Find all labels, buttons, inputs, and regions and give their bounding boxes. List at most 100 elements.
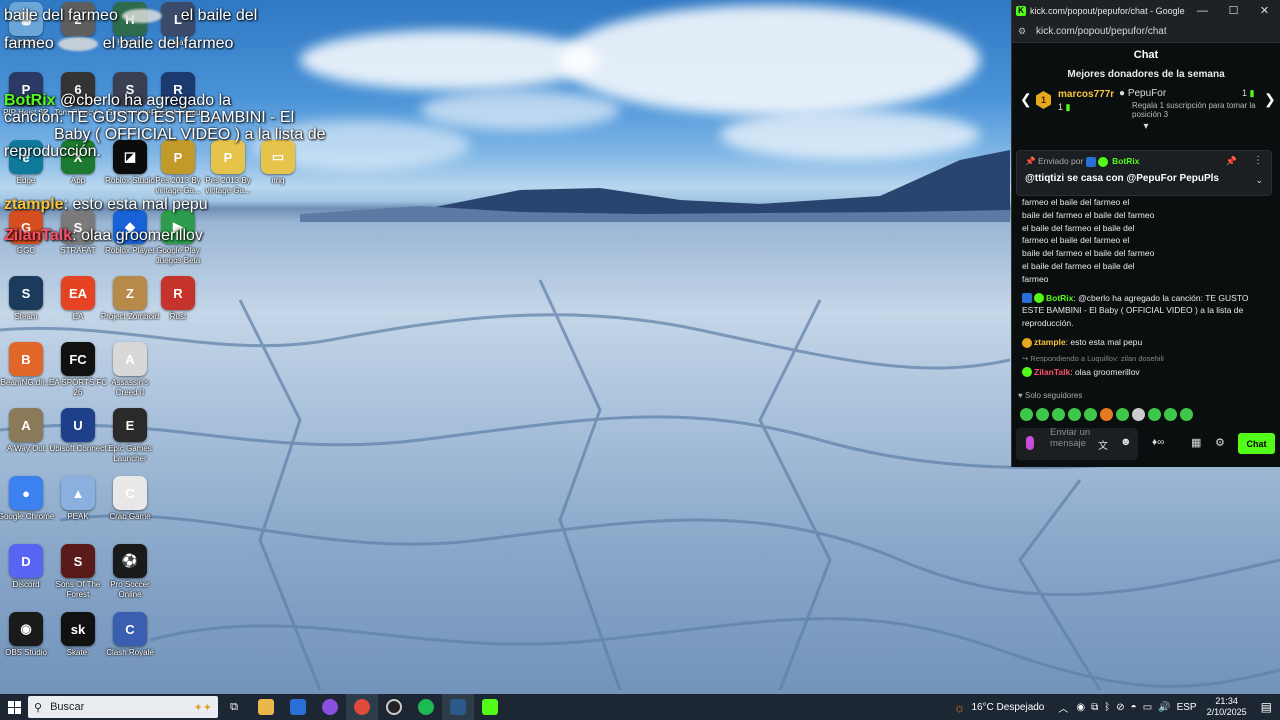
chat-username[interactable]: ztample bbox=[1034, 337, 1066, 347]
top-donors-title: Mejores donadores de la semana bbox=[1067, 69, 1225, 80]
gear-icon[interactable]: ⚙ bbox=[1215, 436, 1225, 449]
desktop-icon-clash[interactable]: C Clash Royale bbox=[100, 612, 160, 658]
store-icon[interactable]: ▦ bbox=[1191, 436, 1201, 449]
donor-count: 1 ▮ bbox=[1058, 102, 1071, 112]
desktop-icon-sonsforest[interactable]: S Sons Of The Forest bbox=[48, 544, 108, 600]
taskbar-search[interactable]: ⚲ Buscar ✦✦ bbox=[28, 696, 218, 718]
desktop-icon-label: Crab Game bbox=[109, 512, 151, 521]
minimize-button[interactable]: — bbox=[1187, 5, 1218, 17]
overlay-username: ztample bbox=[4, 196, 64, 213]
network-icon[interactable]: ▭ bbox=[1143, 702, 1152, 713]
store-icon bbox=[290, 699, 306, 715]
chat-input[interactable]: Enviar un mensaje 文 ☻ bbox=[1016, 427, 1138, 460]
weather-icon: ☼ bbox=[953, 699, 966, 715]
followers-only-notice: ♥ Solo seguidores bbox=[1018, 391, 1083, 401]
notifications-icon[interactable]: ▤ bbox=[1261, 700, 1272, 714]
tray-misc-icon[interactable]: ◓ bbox=[1131, 702, 1137, 713]
mic-icon[interactable] bbox=[1026, 436, 1034, 450]
desktop-icon-skate[interactable]: sk Skate. bbox=[48, 612, 108, 658]
emoji-icon[interactable]: ☻ bbox=[1120, 436, 1132, 448]
taskbar-explorer[interactable] bbox=[250, 694, 282, 720]
copy-tray-icon[interactable]: ⧉ bbox=[1091, 702, 1098, 713]
maximize-button[interactable]: ☐ bbox=[1218, 4, 1249, 17]
desktop-icon-crab[interactable]: C Crab Game bbox=[100, 476, 160, 522]
emote-bar[interactable] bbox=[1016, 403, 1272, 422]
bluetooth-icon[interactable]: ᛒ bbox=[1104, 702, 1110, 713]
emote-icon[interactable] bbox=[1020, 408, 1033, 422]
desktop-icon-label: Epic Games Launcher bbox=[108, 444, 152, 463]
pinned-username[interactable]: BotRix bbox=[1112, 156, 1139, 166]
obs-tray-icon[interactable]: ◉ bbox=[1076, 702, 1085, 713]
desktop-icon-peak[interactable]: ▲ PEAK bbox=[48, 476, 108, 522]
chevron-right-icon[interactable]: ❯ bbox=[1264, 91, 1276, 108]
collapse-icon[interactable]: ▾ bbox=[1012, 122, 1280, 133]
language-indicator[interactable]: ESP bbox=[1177, 702, 1197, 713]
start-button[interactable] bbox=[0, 700, 28, 714]
desktop-icon-ubisoft[interactable]: U Ubisoft Connect bbox=[48, 408, 108, 454]
more-options-icon[interactable]: ⋮ bbox=[1253, 155, 1263, 166]
close-button[interactable]: ✕ bbox=[1249, 4, 1280, 17]
volume-icon[interactable]: 🔊 bbox=[1158, 702, 1170, 713]
taskbar-store[interactable] bbox=[282, 694, 314, 720]
search-highlight-icon: ✦✦ bbox=[193, 701, 212, 714]
pinned-message[interactable]: 📌 Enviado por BotRix 📌 ⋮ @ttiqtizi se ca… bbox=[1016, 150, 1272, 196]
chat-username[interactable]: ZilanTalk bbox=[1034, 367, 1070, 377]
chat-username[interactable]: BotRix bbox=[1046, 293, 1073, 303]
desktop-icon-rust[interactable]: R Rust bbox=[148, 276, 208, 322]
emote-icon[interactable] bbox=[1164, 408, 1177, 422]
chevron-up-icon[interactable]: ︿ bbox=[1058, 700, 1068, 715]
sonsforest-icon: S bbox=[61, 544, 95, 578]
desktop-icon-epic[interactable]: E Epic Games Launcher bbox=[100, 408, 160, 464]
window-title: kick.com/popout/pepufor/chat - Google Ch… bbox=[1030, 5, 1187, 16]
emote-icon[interactable] bbox=[1116, 408, 1129, 422]
taskbar-chrome[interactable] bbox=[346, 694, 378, 720]
taskbar-messenger[interactable] bbox=[314, 694, 346, 720]
taskbar-obs[interactable] bbox=[378, 694, 410, 720]
task-view-button[interactable]: ⧉ bbox=[218, 694, 250, 720]
overlay-text: farmeo bbox=[4, 35, 54, 52]
window-titlebar[interactable]: K kick.com/popout/pepufor/chat - Google … bbox=[1012, 0, 1280, 21]
gift-sub-cta[interactable]: Regala 1 suscripción para tomar la posic… bbox=[1132, 101, 1262, 119]
obs-icon bbox=[386, 699, 402, 715]
emote-icon[interactable] bbox=[1180, 408, 1193, 422]
emote-icon[interactable] bbox=[1068, 408, 1081, 422]
desktop-icon-prosoccer[interactable]: ⚽ Pro Soccer Online bbox=[100, 544, 160, 600]
desktop-icon-label: EA SPORTS FC 26 bbox=[48, 378, 108, 397]
emote-icon[interactable] bbox=[1036, 408, 1049, 422]
send-chat-button[interactable]: Chat bbox=[1238, 433, 1275, 454]
site-settings-icon[interactable]: ⚙ bbox=[1018, 26, 1030, 37]
taskbar-steam[interactable] bbox=[442, 694, 474, 720]
unpin-icon[interactable]: 📌 bbox=[1226, 156, 1237, 167]
address-bar[interactable]: ⚙ kick.com/popout/pepufor/chat bbox=[1012, 21, 1280, 43]
kick-logo-icon: K bbox=[1016, 5, 1026, 16]
bot-badge-icon bbox=[1085, 156, 1096, 167]
taskbar-spotify[interactable] bbox=[410, 694, 442, 720]
clash-icon: C bbox=[113, 612, 147, 646]
steam-icon bbox=[450, 699, 466, 715]
emote-icon[interactable] bbox=[1148, 408, 1161, 422]
overlay-zilan-message: ZilanTalk: olaa groomerillov bbox=[4, 227, 203, 244]
weather-text[interactable]: 16°C Despejado bbox=[971, 702, 1044, 713]
chevron-down-icon[interactable]: ⌄ bbox=[1255, 175, 1263, 186]
chat-message-list[interactable]: farmeo el baile del farmeo el baile del f… bbox=[1016, 196, 1272, 422]
skate-icon: sk bbox=[61, 612, 95, 646]
bits-icon[interactable]: ♦∞ bbox=[1152, 437, 1164, 448]
translate-icon[interactable]: 文 bbox=[1098, 437, 1108, 452]
ubisoft-icon: U bbox=[61, 408, 95, 442]
taskbar-kick[interactable] bbox=[474, 694, 506, 720]
chevron-left-icon[interactable]: ❮ bbox=[1020, 91, 1032, 108]
beamng-icon: B bbox=[9, 342, 43, 376]
mute-icon[interactable]: ⊘ bbox=[1116, 702, 1124, 713]
desktop-icon-fc26[interactable]: FC EA SPORTS FC 26 bbox=[48, 342, 108, 398]
donor-name[interactable]: marcos777r bbox=[1058, 89, 1114, 100]
emote-icon[interactable] bbox=[1084, 408, 1097, 422]
emote-icon[interactable] bbox=[1132, 408, 1145, 422]
emote-icon[interactable] bbox=[1100, 408, 1113, 422]
system-tray: ☼ 16°C Despejado ︿ ◉ ⧉ ᛒ ⊘ ◓ ▭ 🔊 ESP 21:… bbox=[954, 694, 1280, 720]
desktop-icon-ea[interactable]: EA EA bbox=[48, 276, 108, 322]
clock[interactable]: 21:34 2/10/2025 bbox=[1207, 696, 1247, 718]
emote-icon[interactable] bbox=[1052, 408, 1065, 422]
discord-icon: D bbox=[9, 544, 43, 578]
rank-medal-icon: 1 bbox=[1036, 91, 1051, 109]
desktop-icon-assassins[interactable]: A Assassin's Creed II bbox=[100, 342, 160, 398]
